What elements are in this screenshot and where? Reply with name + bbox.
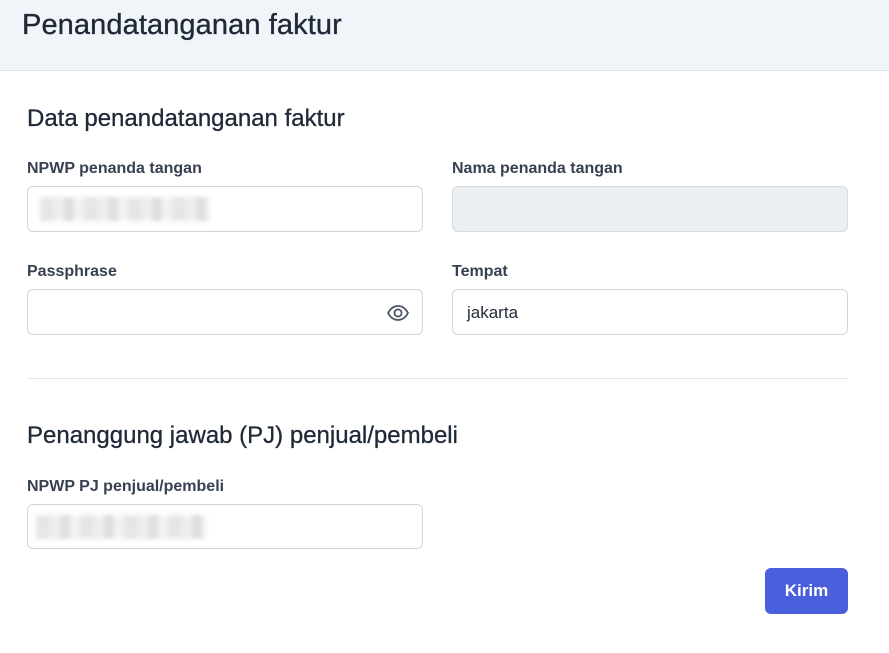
npwp-pj-input[interactable] <box>27 504 423 549</box>
npwp-signer-label: NPWP penanda tangan <box>27 160 202 177</box>
section-divider <box>27 378 848 379</box>
redacted-value <box>40 197 210 221</box>
signer-section-title: Data penandatanganan faktur <box>27 105 345 132</box>
place-input[interactable]: jakarta <box>452 289 848 335</box>
page-title: Penandatanganan faktur <box>22 9 342 41</box>
place-value: jakarta <box>467 303 519 322</box>
pj-section-title: Penanggung jawab (PJ) penjual/pembeli <box>27 422 458 449</box>
signer-name-label: Nama penanda tangan <box>452 160 623 177</box>
redacted-value <box>36 515 206 539</box>
signer-name-input <box>452 186 848 232</box>
eye-icon[interactable] <box>386 301 410 325</box>
submit-button[interactable]: Kirim <box>765 568 848 614</box>
passphrase-label: Passphrase <box>27 263 117 280</box>
passphrase-input[interactable] <box>27 289 423 335</box>
page-header: Penandatanganan faktur <box>0 0 889 71</box>
npwp-signer-input[interactable] <box>27 186 423 232</box>
npwp-pj-label: NPWP PJ penjual/pembeli <box>27 478 225 495</box>
place-label: Tempat <box>452 263 508 280</box>
